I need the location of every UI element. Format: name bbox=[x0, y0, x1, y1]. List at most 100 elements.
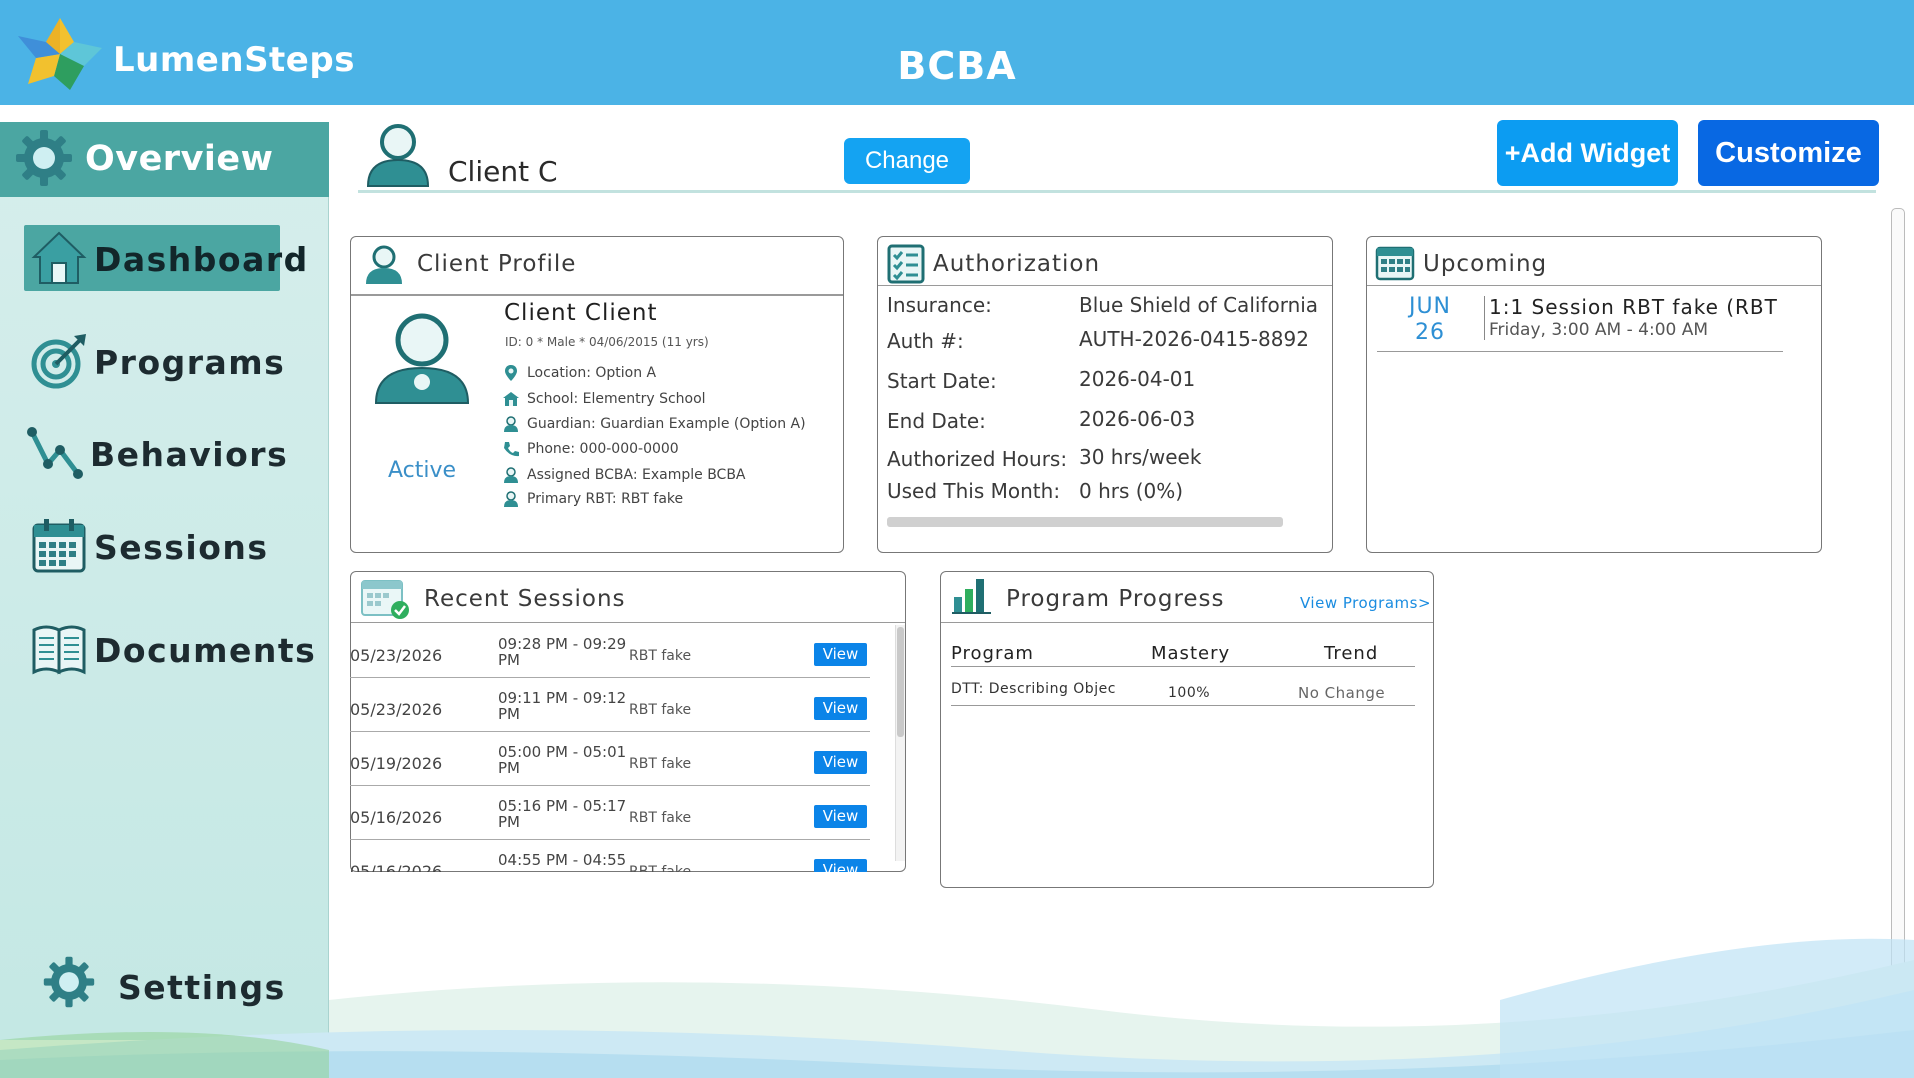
view-session-button[interactable]: View bbox=[814, 859, 867, 872]
session-time: 04:55 PM - 04:55 bbox=[498, 851, 627, 869]
calendar-icon bbox=[32, 519, 86, 573]
upcoming-event-time: Friday, 3:00 AM - 4:00 AM bbox=[1489, 320, 1709, 340]
session-rbt: RBT fake bbox=[629, 648, 692, 664]
profile-icon bbox=[366, 245, 402, 284]
client-avatar-large-icon bbox=[374, 313, 470, 404]
program-mastery-cell: 100% bbox=[1168, 685, 1211, 701]
change-client-button[interactable]: Change bbox=[844, 138, 970, 184]
upcoming-date-day: 26 bbox=[1415, 320, 1445, 345]
gear-icon bbox=[16, 130, 72, 186]
location-icon bbox=[505, 365, 517, 381]
auth-value-number: AUTH-2026-0415-8892 bbox=[1079, 327, 1309, 351]
session-time: 09:11 PM - 09:12 PM bbox=[498, 689, 627, 723]
table-row: 05/16/2026 04:55 PM - 04:55 RBT fake Vie… bbox=[350, 840, 870, 872]
sidebar-item-label: Programs bbox=[94, 343, 286, 382]
table-header-divider bbox=[951, 666, 1415, 667]
session-rbt: RBT fake bbox=[629, 702, 692, 718]
card-divider bbox=[1367, 285, 1821, 286]
sidebar-item-dashboard[interactable]: Dashboard bbox=[24, 225, 307, 291]
customize-button[interactable]: Customize bbox=[1698, 120, 1879, 186]
bar-chart-icon bbox=[952, 579, 991, 614]
auth-value-used: 0 hrs (0%) bbox=[1079, 479, 1184, 503]
top-header: LumenSteps BCBA bbox=[0, 0, 1914, 105]
program-trend-cell: No Change bbox=[1298, 684, 1386, 702]
session-time: 05:00 PM - 05:01 PM bbox=[498, 743, 627, 777]
sidebar-item-label: Sessions bbox=[94, 528, 269, 567]
checklist-icon bbox=[887, 244, 925, 284]
session-date: 05/16/2026 bbox=[350, 862, 443, 872]
current-client-name: Client C bbox=[448, 155, 558, 188]
upcoming-card bbox=[1366, 236, 1822, 553]
phone-icon bbox=[504, 442, 519, 457]
sidebar-item-documents[interactable]: Documents bbox=[24, 616, 315, 682]
calendar-check-icon bbox=[361, 580, 409, 619]
profile-row-text: Guardian: Guardian Example (Option A) bbox=[527, 416, 806, 432]
sidebar-item-label: Behaviors bbox=[90, 435, 289, 474]
client-status: Active bbox=[388, 458, 457, 483]
auth-value-start: 2026-04-01 bbox=[1079, 367, 1196, 391]
auth-value-insurance: Blue Shield of California bbox=[1079, 293, 1319, 317]
session-rbt: RBT fake bbox=[629, 810, 692, 826]
auth-label-number: Auth #: bbox=[887, 329, 964, 353]
profile-row-text: Location: Option A bbox=[527, 365, 657, 381]
table-row-divider bbox=[951, 705, 1415, 706]
auth-label-hours: Authorized Hours: bbox=[887, 447, 1068, 471]
sidebar-overview[interactable]: Overview bbox=[0, 122, 329, 197]
rbt-icon bbox=[504, 491, 518, 507]
bcba-icon bbox=[504, 467, 518, 483]
add-widget-button[interactable]: +Add Widget bbox=[1497, 120, 1678, 186]
client-bar-divider bbox=[358, 190, 1876, 193]
upcoming-divider bbox=[1484, 296, 1485, 340]
session-date: 05/16/2026 bbox=[350, 808, 443, 827]
client-avatar-icon bbox=[366, 124, 430, 187]
view-session-button[interactable]: View bbox=[814, 751, 867, 774]
home-icon bbox=[31, 231, 87, 284]
recent-sessions-list[interactable]: 05/23/2026 09:28 PM - 09:29 PM RBT fake … bbox=[350, 624, 895, 872]
table-row: 05/16/2026 05:16 PM - 05:17 PM RBT fake … bbox=[350, 786, 870, 840]
book-icon bbox=[32, 625, 86, 675]
guardian-icon bbox=[504, 416, 518, 432]
profile-row-text: Assigned BCBA: Example BCBA bbox=[527, 467, 746, 483]
table-row: 05/19/2026 05:00 PM - 05:01 PM RBT fake … bbox=[350, 732, 870, 786]
graph-icon bbox=[27, 427, 83, 479]
program-name-cell: DTT: Describing Objec bbox=[951, 681, 1116, 697]
upcoming-event-title[interactable]: 1:1 Session RBT fake (RBT bbox=[1489, 295, 1778, 319]
sidebar-item-behaviors[interactable]: Behaviors bbox=[24, 420, 287, 486]
recent-sessions-scrollbar[interactable] bbox=[895, 625, 905, 861]
recent-sessions-title: Recent Sessions bbox=[424, 586, 626, 612]
auth-label-used: Used This Month: bbox=[887, 479, 1061, 503]
upcoming-date-month: JUN bbox=[1408, 294, 1452, 319]
session-date: 05/23/2026 bbox=[350, 700, 443, 719]
target-icon bbox=[31, 334, 86, 389]
sidebar-item-label: Documents bbox=[94, 631, 317, 670]
calendar-icon bbox=[1375, 246, 1415, 281]
page-scrollbar[interactable] bbox=[1891, 208, 1905, 978]
view-session-button[interactable]: View bbox=[814, 805, 867, 828]
session-date: 05/19/2026 bbox=[350, 754, 443, 773]
upcoming-title: Upcoming bbox=[1423, 251, 1548, 277]
table-row: 05/23/2026 09:11 PM - 09:12 PM RBT fake … bbox=[350, 678, 870, 732]
view-session-button[interactable]: View bbox=[814, 643, 867, 666]
background-waves bbox=[0, 938, 1914, 1078]
card-divider bbox=[941, 622, 1433, 623]
sidebar-item-sessions[interactable]: Sessions bbox=[24, 513, 284, 579]
program-progress-card bbox=[940, 571, 1434, 888]
profile-row-text: School: Elementry School bbox=[527, 391, 706, 407]
session-time: 09:28 PM - 09:29 PM bbox=[498, 635, 627, 669]
client-profile-title: Client Profile bbox=[417, 251, 577, 277]
view-session-button[interactable]: View bbox=[814, 697, 867, 720]
auth-label-end: End Date: bbox=[887, 409, 986, 433]
client-full-name: Client Client bbox=[504, 300, 658, 326]
program-progress-title: Program Progress bbox=[1006, 586, 1225, 612]
table-row: 05/23/2026 09:28 PM - 09:29 PM RBT fake … bbox=[350, 624, 870, 678]
scrollbar-thumb[interactable] bbox=[897, 627, 904, 737]
column-header-program: Program bbox=[951, 643, 1034, 664]
view-programs-link[interactable]: View Programs> bbox=[1300, 594, 1431, 612]
client-meta: ID: 0 * Male * 04/06/2015 (11 yrs) bbox=[505, 335, 709, 349]
profile-row-text: Primary RBT: RBT fake bbox=[527, 491, 684, 507]
session-rbt: RBT fake bbox=[629, 756, 692, 772]
profile-row-text: Phone: 000-000-0000 bbox=[527, 441, 679, 457]
sidebar-item-label: Dashboard bbox=[94, 240, 309, 279]
sidebar-item-programs[interactable]: Programs bbox=[24, 328, 284, 394]
session-time: 05:16 PM - 05:17 PM bbox=[498, 797, 627, 831]
